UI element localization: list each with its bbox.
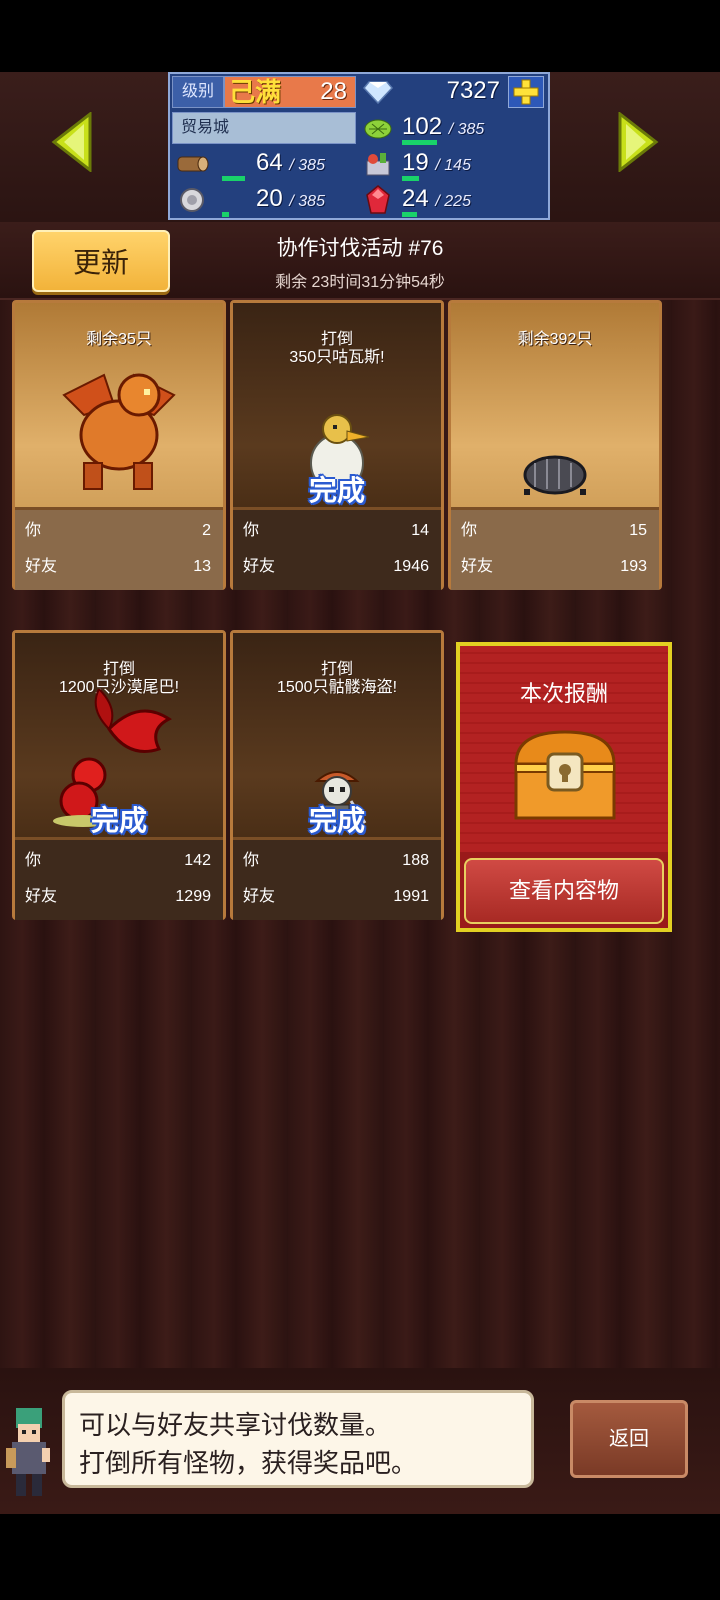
you-count: 2 (202, 522, 211, 539)
you-count: 188 (402, 852, 429, 869)
monster-art: 打倒 1500只骷髅海盗! 完成 (233, 633, 441, 837)
you-row: 你 142 (25, 846, 211, 876)
add-diamonds-button[interactable] (508, 76, 544, 108)
prev-arrow-icon[interactable] (50, 110, 94, 174)
friend-label: 好友 (243, 558, 276, 575)
speech-line-2: 打倒所有怪物，获得奖品吧。 (79, 1448, 418, 1478)
done-badge: 完成 (308, 805, 365, 836)
level-max-badge: 己满 (229, 77, 282, 107)
done-badge: 完成 (308, 475, 365, 506)
guide-avatar (2, 1402, 58, 1502)
food-icon (360, 148, 396, 180)
diamond-count: 7327 (446, 77, 500, 104)
grass-icon (360, 112, 396, 144)
level-bar: 己满 28 (224, 76, 356, 108)
ore-value: 20 / 385 (256, 185, 325, 212)
diamond-icon (360, 76, 396, 108)
gem-value: 24 / 225 (402, 185, 471, 212)
friend-row: 好友 13 (25, 552, 211, 582)
grass-gauge (402, 140, 437, 145)
you-count: 142 (184, 852, 211, 869)
friend-label: 好友 (243, 888, 276, 905)
done-badge: 完成 (90, 805, 147, 836)
you-label: 你 (243, 522, 260, 539)
monster-art: 打倒 1200只沙漠尾巴! 完成 (15, 633, 223, 837)
monster-card[interactable]: 打倒 1500只骷髅海盗! 完成你 188 好友 1991 (230, 630, 444, 920)
top-band: 级别 己满 28 7327 贸易城 102 / 385 64 / 385 19 … (0, 72, 720, 222)
monster-card[interactable]: 剩余35只你 2 好友 13 (12, 300, 226, 590)
friend-row: 好友 1991 (243, 882, 429, 912)
event-remaining-time: 剩余 23时间31分钟54秒 (275, 274, 445, 291)
friend-row: 好友 1299 (25, 882, 211, 912)
kill-counts: 你 2 好友 13 (15, 507, 223, 590)
kill-counts: 你 14 好友 1946 (233, 507, 441, 590)
you-label: 你 (25, 852, 42, 869)
monster-art: 打倒 350只咕瓦斯! 完成 (233, 303, 441, 507)
resource-panel: 级别 己满 28 7327 贸易城 102 / 385 64 / 385 19 … (168, 72, 550, 220)
event-title: 协作讨伐活动 #76 (276, 237, 444, 260)
monster-card[interactable]: 打倒 1200只沙漠尾巴! 完成你 142 好友 1299 (12, 630, 226, 920)
kill-counts: 你 188 好友 1991 (233, 837, 441, 920)
food-value: 19 / 145 (402, 149, 471, 176)
gem-gauge (402, 212, 417, 217)
you-count: 14 (411, 522, 429, 539)
reward-panel: 本次报酬 (460, 646, 668, 852)
friend-label: 好友 (25, 558, 58, 575)
game-screen: 级别 己满 28 7327 贸易城 102 / 385 64 / 385 19 … (0, 72, 720, 1514)
you-row: 你2 (25, 516, 211, 546)
ore-gauge (222, 212, 229, 217)
friend-count: 13 (193, 558, 211, 575)
level-label: 级别 (172, 76, 224, 108)
monster-art: 剩余392只 (451, 303, 659, 507)
card-title: 剩余392只 (517, 331, 593, 348)
wood-gauge (222, 176, 245, 181)
view-contents-button[interactable]: 查看内容物 (464, 858, 664, 924)
speech-bubble: 可以与好友共享讨伐数量。 打倒所有怪物，获得奖品吧。 (62, 1390, 534, 1488)
footer-bar: 可以与好友共享讨伐数量。 打倒所有怪物，获得奖品吧。 返回 (0, 1368, 720, 1514)
food-gauge (402, 176, 419, 181)
friend-count: 1991 (393, 888, 429, 905)
you-row: 你 14 (243, 516, 429, 546)
you-count: 15 (629, 522, 647, 539)
kill-counts: 你 15 好友 193 (451, 507, 659, 590)
back-button[interactable]: 返回 (570, 1400, 688, 1478)
event-header: 更新 协作讨伐活动 #76 剩余 23时间31分钟54秒 (0, 222, 720, 300)
speech-line-1: 可以与好友共享讨伐数量。 (79, 1410, 392, 1440)
dragon-monster-icon (15, 355, 223, 495)
you-label: 你 (243, 852, 260, 869)
friend-label: 好友 (25, 888, 58, 905)
monster-card[interactable]: 剩余392只你 15 好友 193 (448, 300, 662, 590)
friend-count: 1946 (393, 558, 429, 575)
level-value: 28 (320, 78, 347, 105)
friend-count: 1299 (175, 888, 211, 905)
treasure-chest-icon (510, 726, 620, 827)
friend-row: 好友 193 (461, 552, 647, 582)
plus-icon (513, 79, 539, 105)
monster-card[interactable]: 打倒 350只咕瓦斯! 完成你 14 好友 1946 (230, 300, 444, 590)
you-label: 你 (461, 522, 478, 539)
friend-label: 好友 (461, 558, 494, 575)
next-arrow-icon[interactable] (616, 110, 660, 174)
monster-art: 剩余35只 (15, 303, 223, 507)
ore-icon (174, 184, 210, 216)
kill-counts: 你 142 好友 1299 (15, 837, 223, 920)
card-title: 剩余35只 (86, 331, 152, 348)
friend-count: 193 (620, 558, 647, 575)
you-row: 你 188 (243, 846, 429, 876)
you-row: 你 15 (461, 516, 647, 546)
reward-card[interactable]: 本次报酬 查看内容物 (456, 642, 672, 932)
card-title: 打倒 1500只骷髅海盗! (276, 661, 398, 696)
bug-monster-icon (451, 451, 659, 497)
friend-row: 好友 1946 (243, 552, 429, 582)
town-name: 贸易城 (172, 112, 356, 144)
reward-title: 本次报酬 (519, 681, 608, 706)
card-title: 打倒 350只咕瓦斯! (289, 331, 385, 366)
wood-icon (174, 148, 210, 180)
refresh-button[interactable]: 更新 (32, 230, 170, 292)
gem-icon (360, 184, 396, 216)
you-label: 你 (25, 522, 42, 539)
